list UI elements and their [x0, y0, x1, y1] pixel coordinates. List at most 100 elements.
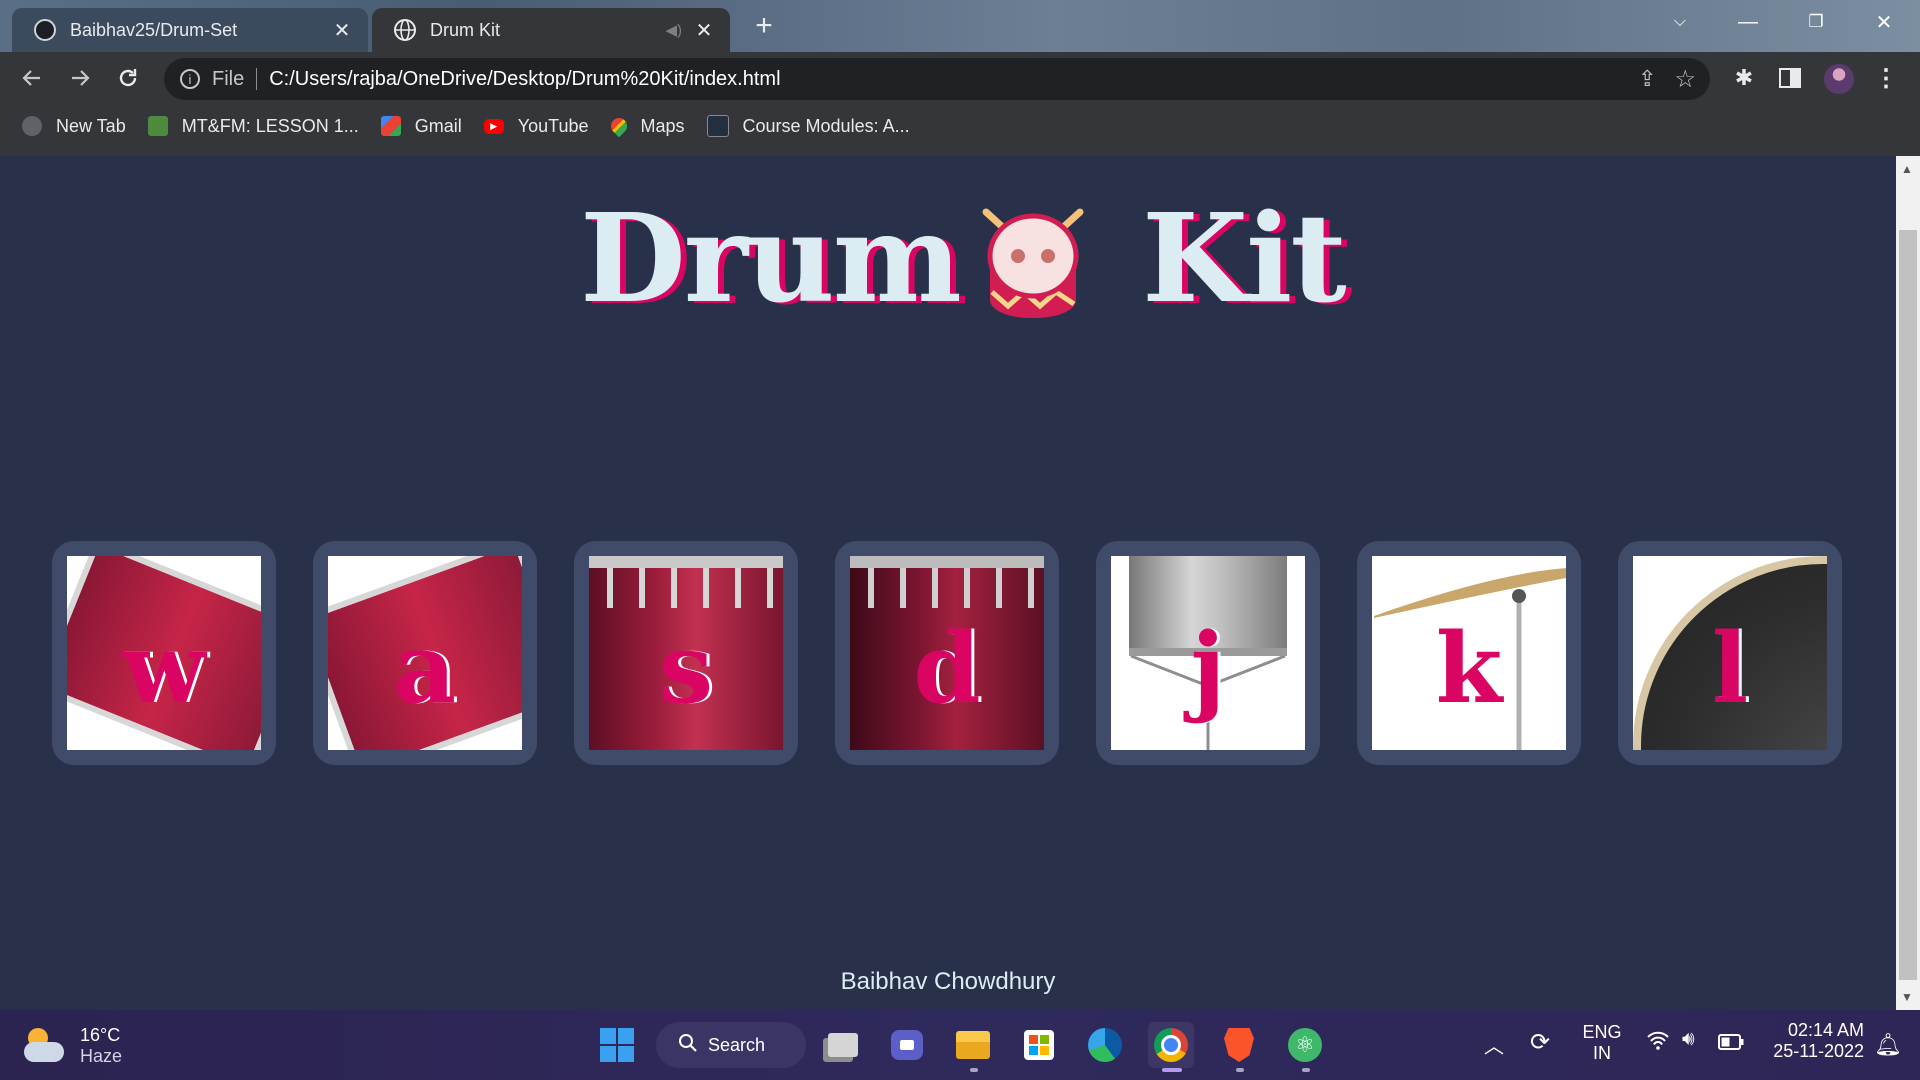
forward-icon[interactable] — [60, 58, 100, 98]
kick-image: l — [1633, 556, 1827, 750]
close-icon[interactable]: ✕ — [692, 18, 716, 42]
weather-temp: 16°C — [80, 1025, 121, 1045]
taskbar-indicator — [970, 1068, 978, 1072]
taskbar-indicator — [1302, 1068, 1310, 1072]
bookmark-label: Course Modules: A... — [742, 115, 910, 136]
weather-condition: Haze — [80, 1046, 123, 1066]
bookmark-maps[interactable]: Maps — [607, 114, 685, 138]
tom-3-image: s — [589, 556, 783, 750]
menu-icon[interactable]: ⋮ — [1866, 58, 1906, 98]
tab-drum-kit[interactable]: Drum Kit ◀) ✕ — [372, 8, 730, 52]
bookmark-aws[interactable]: Course Modules: A... — [706, 115, 910, 137]
battery-icon[interactable] — [1718, 1034, 1744, 1055]
drum-key-label: a — [393, 611, 457, 725]
bookmark-gmail[interactable]: Gmail — [380, 115, 462, 137]
drum-button-j[interactable]: j — [1096, 541, 1320, 765]
taskbar-search[interactable]: Search — [656, 1022, 806, 1068]
drum-button-l[interactable]: l — [1618, 541, 1842, 765]
tab-github[interactable]: Baibhav25/Drum-Set ✕ — [12, 8, 368, 52]
teams-chat-icon[interactable] — [884, 1022, 930, 1068]
language-line1: ENG — [1582, 1022, 1622, 1042]
youtube-icon: ▶ — [483, 118, 504, 134]
cloud-sun-icon — [24, 1028, 66, 1064]
extensions-icon[interactable]: ✱ — [1724, 58, 1764, 98]
snare-image: j — [1111, 556, 1305, 750]
microsoft-store-icon[interactable] — [1016, 1022, 1062, 1068]
reload-icon[interactable] — [108, 58, 148, 98]
drum-key-label: l — [1711, 611, 1749, 725]
tab-title: Baibhav25/Drum-Set — [70, 19, 238, 40]
bookmark-new-tab[interactable]: New Tab — [22, 116, 126, 137]
bookmark-label: MT&FM: LESSON 1... — [181, 115, 359, 136]
notification-icon[interactable]: 🔔︎ — [1874, 1032, 1902, 1058]
address-bar[interactable]: i File C:/Users/rajba/OneDrive/Desktop/D… — [164, 58, 1710, 100]
start-icon[interactable] — [594, 1022, 640, 1068]
github-icon — [34, 19, 56, 41]
url-scheme-label: File — [212, 67, 245, 90]
search-label: Search — [708, 1034, 766, 1055]
restore-icon[interactable]: ❐ — [1782, 0, 1850, 44]
drum-button-k[interactable]: k — [1357, 541, 1581, 765]
drum-emoji-icon — [968, 200, 1098, 330]
minimize-icon[interactable]: — — [1714, 0, 1782, 44]
taskbar-indicator — [1162, 1068, 1182, 1072]
back-icon[interactable] — [12, 58, 52, 98]
bookmark-label: Gmail — [414, 115, 462, 136]
new-tab-button[interactable]: + — [748, 9, 780, 42]
gmail-icon — [380, 116, 401, 136]
url-divider — [256, 68, 258, 90]
drum-button-d[interactable]: d — [835, 541, 1059, 765]
close-window-icon[interactable]: ✕ — [1850, 0, 1918, 44]
drum-key-label: j — [1190, 611, 1226, 725]
chevron-up-icon[interactable]: ︿ — [1484, 1030, 1504, 1059]
scrollbar-thumb[interactable] — [1899, 230, 1917, 980]
tab-search-icon[interactable]: ⌵ — [1646, 0, 1714, 44]
drum-button-a[interactable]: a — [313, 541, 537, 765]
brave-icon[interactable] — [1216, 1022, 1262, 1068]
bookmark-lesson[interactable]: MT&FM: LESSON 1... — [147, 115, 359, 137]
star-icon[interactable]: ☆ — [1674, 65, 1696, 94]
bookmark-label: YouTube — [517, 115, 589, 136]
footer-author: Baibhav Chowdhury — [840, 968, 1056, 995]
bookmark-youtube[interactable]: ▶ YouTube — [483, 115, 589, 137]
url-text[interactable]: C:/Users/rajba/OneDrive/Desktop/Drum%20K… — [269, 68, 780, 91]
drum-button-s[interactable]: s — [574, 541, 798, 765]
title-drum: Drum — [580, 186, 962, 330]
avatar[interactable] — [1824, 64, 1854, 94]
speaker-icon[interactable]: ◀) — [665, 21, 682, 39]
chrome-icon[interactable] — [1148, 1022, 1194, 1068]
taskbar-indicator — [1236, 1068, 1244, 1072]
language-indicator[interactable]: ENG IN — [1582, 1022, 1622, 1064]
clock-time: 02:14 AM — [1787, 1020, 1864, 1040]
edge-icon[interactable] — [1082, 1022, 1128, 1068]
atom-icon[interactable]: ⚛ — [1282, 1022, 1328, 1068]
wifi-icon[interactable] — [1646, 1030, 1670, 1056]
share-icon[interactable]: ⇪ — [1638, 66, 1656, 92]
close-icon[interactable]: ✕ — [330, 18, 354, 42]
tom-2-image: a — [328, 556, 522, 750]
file-explorer-icon[interactable] — [950, 1022, 996, 1068]
info-icon[interactable]: i — [180, 69, 200, 89]
globe-icon — [394, 19, 416, 41]
task-view-icon[interactable] — [820, 1022, 866, 1068]
drum-key-label: s — [658, 611, 714, 725]
crash-image: k — [1372, 556, 1566, 750]
tab-title: Drum Kit — [430, 19, 501, 40]
title-kit: Kit — [1142, 186, 1347, 330]
tab-strip: Baibhav25/Drum-Set ✕ Drum Kit ◀) ✕ + ⌵ —… — [0, 0, 1920, 52]
maps-icon — [607, 114, 630, 138]
sync-icon[interactable]: ⟳ — [1530, 1028, 1550, 1057]
document-icon — [147, 116, 168, 136]
weather-widget[interactable]: 16°C Haze — [24, 1018, 122, 1074]
globe-icon — [22, 116, 42, 136]
volume-icon[interactable]: 🔊︎ — [1682, 1028, 1695, 1051]
drum-key-label: k — [1435, 611, 1503, 725]
search-icon — [678, 1033, 698, 1058]
bookmarks-bar: New Tab MT&FM: LESSON 1... Gmail ▶ YouTu… — [0, 108, 932, 144]
drum-button-w[interactable]: w — [52, 541, 276, 765]
clock[interactable]: 02:14 AM 25-11-2022 — [1764, 1020, 1864, 1062]
tom-1-image: w — [67, 556, 261, 750]
drum-key-label: d — [913, 611, 981, 725]
drum-key-label: w — [122, 611, 206, 725]
side-panel-icon[interactable] — [1770, 58, 1810, 98]
